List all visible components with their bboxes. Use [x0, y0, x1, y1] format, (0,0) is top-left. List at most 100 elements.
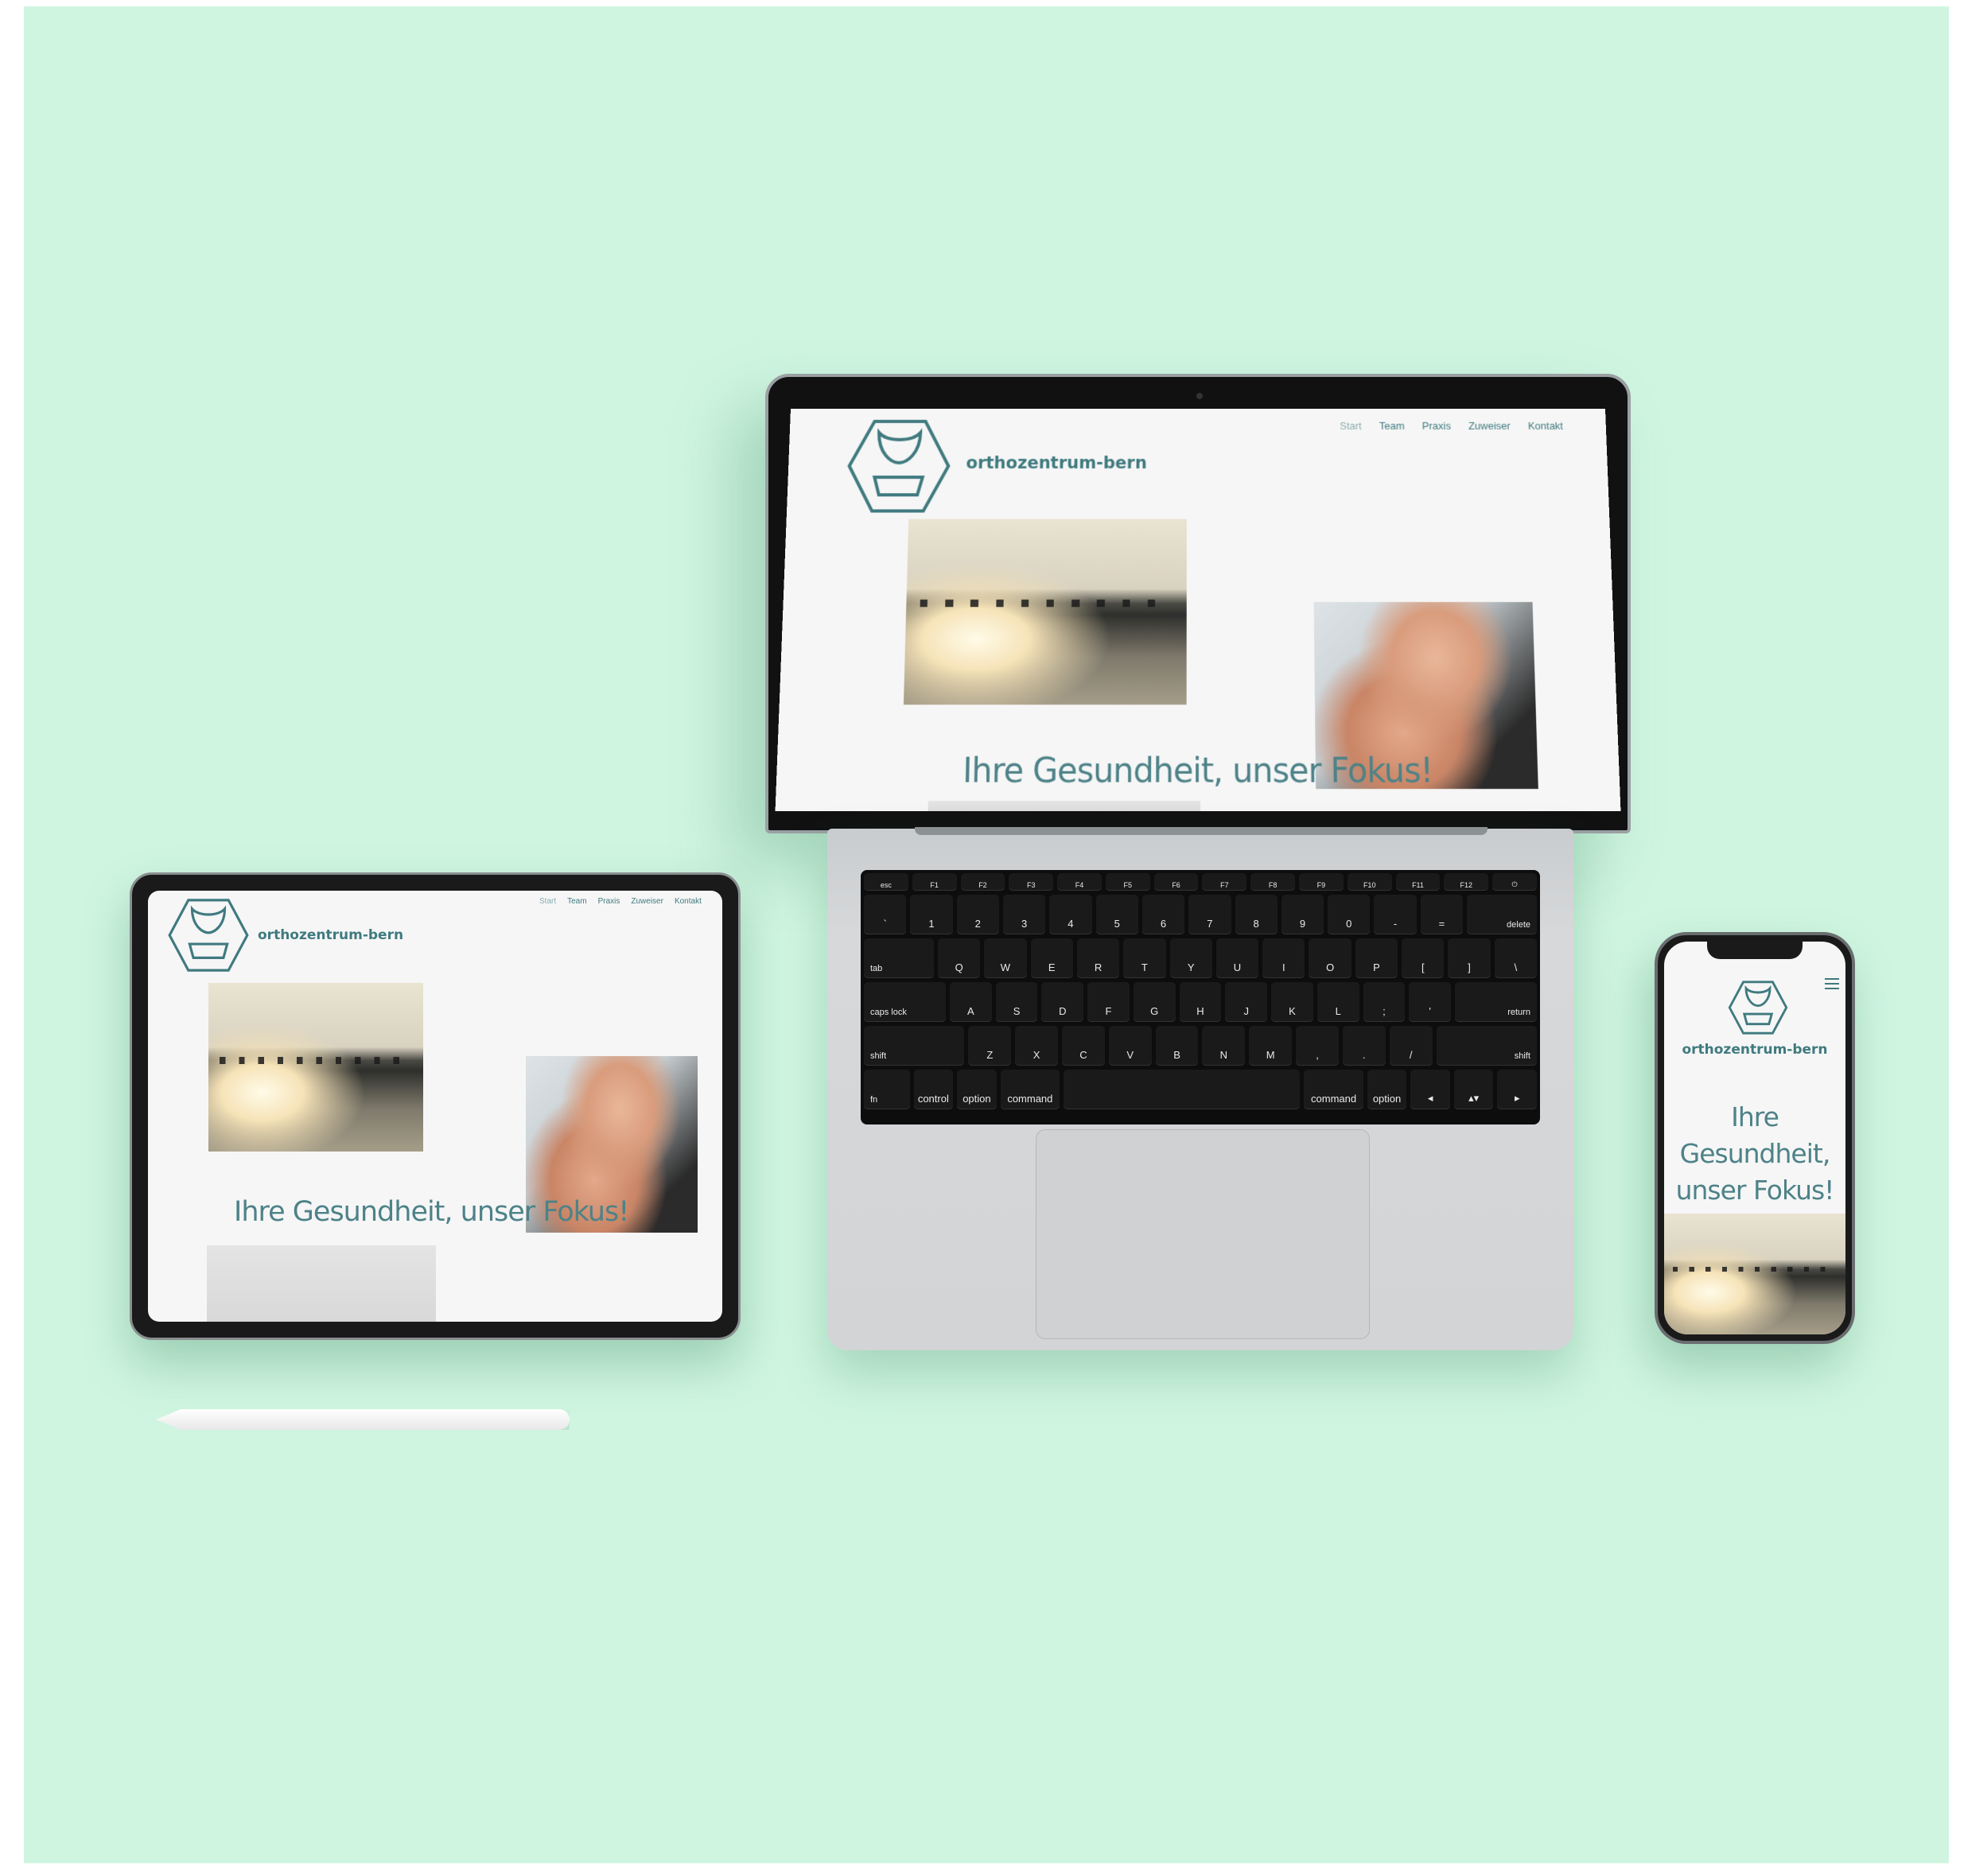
key-space[interactable] — [1064, 1070, 1301, 1109]
nav-team[interactable]: Team — [567, 897, 586, 906]
key-command[interactable]: command — [1000, 1070, 1060, 1109]
nav-start[interactable]: Start — [539, 897, 556, 906]
hero-headline: Ihre Gesundheit, unser Fokus! — [234, 1196, 629, 1228]
key--[interactable]: / — [1389, 1026, 1433, 1066]
key-f4[interactable]: F4 — [1057, 873, 1102, 891]
key--[interactable]: ` — [864, 895, 907, 934]
key-caps-lock[interactable]: caps lock — [864, 982, 946, 1022]
key--[interactable]: ; — [1363, 982, 1406, 1022]
key-a[interactable]: A — [949, 982, 992, 1022]
key-q[interactable]: Q — [937, 938, 981, 978]
key-7[interactable]: 7 — [1188, 895, 1231, 934]
site-logo-icon[interactable] — [167, 897, 250, 973]
key-8[interactable]: 8 — [1235, 895, 1278, 934]
key-d[interactable]: D — [1041, 982, 1084, 1022]
key-f10[interactable]: F10 — [1347, 873, 1392, 891]
key-tab[interactable]: tab — [864, 938, 934, 978]
key-r[interactable]: R — [1076, 938, 1120, 978]
key-s[interactable]: S — [995, 982, 1038, 1022]
key--[interactable]: = — [1420, 895, 1464, 934]
key-f[interactable]: F — [1087, 982, 1130, 1022]
key-f6[interactable]: F6 — [1153, 873, 1199, 891]
key-m[interactable]: M — [1249, 1026, 1293, 1066]
key-g[interactable]: G — [1133, 982, 1176, 1022]
key-f8[interactable]: F8 — [1250, 873, 1296, 891]
key-y[interactable]: Y — [1169, 938, 1212, 978]
key-0[interactable]: 0 — [1328, 895, 1371, 934]
section-image — [928, 800, 1201, 811]
key-shift[interactable]: shift — [864, 1026, 965, 1066]
site-logo-icon[interactable] — [845, 418, 953, 515]
key--[interactable]: - — [1374, 895, 1417, 934]
key-command[interactable]: command — [1304, 1070, 1363, 1109]
laptop-trackpad[interactable] — [1036, 1129, 1370, 1339]
key-option[interactable]: option — [1367, 1070, 1407, 1109]
key-6[interactable]: 6 — [1141, 895, 1185, 934]
key-delete[interactable]: delete — [1467, 895, 1538, 934]
key-b[interactable]: B — [1155, 1026, 1199, 1066]
key--[interactable]: ▴▾ — [1453, 1070, 1494, 1109]
nav-kontakt[interactable]: Kontakt — [675, 897, 702, 906]
site-brand[interactable]: orthozentrum-bern — [1664, 1042, 1845, 1058]
key-x[interactable]: X — [1015, 1026, 1059, 1066]
site-brand[interactable]: orthozentrum-bern — [258, 927, 403, 943]
site-logo-icon[interactable] — [1728, 980, 1788, 1035]
key-5[interactable]: 5 — [1095, 895, 1138, 934]
key-control[interactable]: control — [913, 1070, 954, 1109]
key--[interactable]: ] — [1448, 938, 1491, 978]
key-f9[interactable]: F9 — [1299, 873, 1344, 891]
key-return[interactable]: return — [1455, 982, 1537, 1022]
key-f1[interactable]: F1 — [912, 873, 957, 891]
key--[interactable]: , — [1296, 1026, 1339, 1066]
key-e[interactable]: E — [1030, 938, 1073, 978]
key-f7[interactable]: F7 — [1202, 873, 1247, 891]
key--[interactable]: ⏻ — [1492, 873, 1537, 891]
key-h[interactable]: H — [1179, 982, 1222, 1022]
site-brand[interactable]: orthozentrum-bern — [966, 453, 1147, 472]
nav-praxis[interactable]: Praxis — [598, 897, 620, 906]
key-l[interactable]: L — [1316, 982, 1359, 1022]
key-c[interactable]: C — [1062, 1026, 1105, 1066]
key--[interactable]: [ — [1402, 938, 1445, 978]
key-f5[interactable]: F5 — [1105, 873, 1150, 891]
key-n[interactable]: N — [1202, 1026, 1246, 1066]
key-3[interactable]: 3 — [1002, 895, 1046, 934]
rowing-photo — [903, 519, 1187, 705]
key-v[interactable]: V — [1108, 1026, 1152, 1066]
key-p[interactable]: P — [1355, 938, 1398, 978]
nav-praxis[interactable]: Praxis — [1422, 420, 1452, 432]
headline-line-3: unser Fokus! — [1675, 1175, 1835, 1206]
key-z[interactable]: Z — [968, 1026, 1012, 1066]
hamburger-menu-icon[interactable] — [1825, 978, 1839, 989]
key-f12[interactable]: F12 — [1444, 873, 1489, 891]
key--[interactable]: ◂ — [1410, 1070, 1450, 1109]
key-t[interactable]: T — [1123, 938, 1166, 978]
nav-start[interactable]: Start — [1340, 420, 1362, 432]
nav-zuweiser[interactable]: Zuweiser — [631, 897, 663, 906]
key-f2[interactable]: F2 — [960, 873, 1005, 891]
key-o[interactable]: O — [1309, 938, 1351, 978]
key-f11[interactable]: F11 — [1395, 873, 1441, 891]
key-esc[interactable]: esc — [864, 873, 908, 891]
key-k[interactable]: K — [1271, 982, 1313, 1022]
key-w[interactable]: W — [984, 938, 1027, 978]
key--[interactable]: ▸ — [1497, 1070, 1537, 1109]
nav-team[interactable]: Team — [1379, 420, 1405, 432]
key-shift[interactable]: shift — [1436, 1026, 1537, 1066]
key-i[interactable]: I — [1262, 938, 1305, 978]
key-fn[interactable]: fn — [864, 1070, 910, 1109]
key--[interactable]: \ — [1494, 938, 1538, 978]
key-4[interactable]: 4 — [1049, 895, 1092, 934]
key-1[interactable]: 1 — [910, 895, 953, 934]
key-f3[interactable]: F3 — [1009, 873, 1054, 891]
key--[interactable]: ' — [1409, 982, 1452, 1022]
key-9[interactable]: 9 — [1281, 895, 1324, 934]
key-option[interactable]: option — [957, 1070, 997, 1109]
nav-zuweiser[interactable]: Zuweiser — [1468, 420, 1511, 432]
key-u[interactable]: U — [1215, 938, 1259, 978]
laptop-camera — [1196, 393, 1203, 399]
key-2[interactable]: 2 — [956, 895, 999, 934]
key--[interactable]: . — [1342, 1026, 1386, 1066]
nav-kontakt[interactable]: Kontakt — [1528, 420, 1564, 432]
key-j[interactable]: J — [1225, 982, 1268, 1022]
